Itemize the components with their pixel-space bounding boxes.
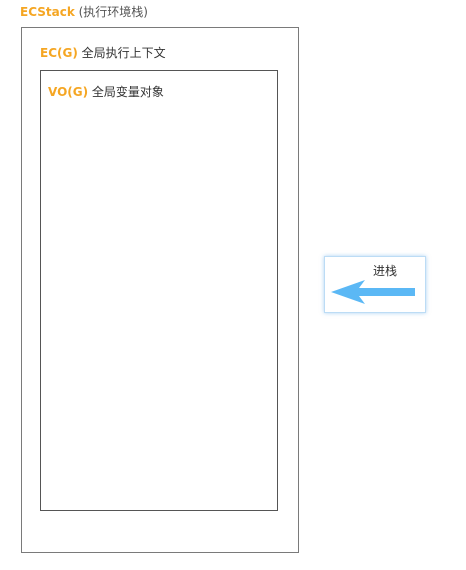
push-label: 进栈	[373, 264, 398, 278]
global-context-container	[40, 70, 278, 511]
global-context-description: 全局执行上下文	[77, 46, 166, 60]
ecstack-name: ECStack	[20, 5, 75, 19]
left-arrow-shape	[331, 280, 415, 304]
variable-object-name: VO(G)	[48, 85, 89, 99]
ecstack-title: ECStack (执行环境栈)	[20, 6, 148, 18]
push-action-card: 进栈	[324, 256, 426, 313]
variable-object-description: 全局变量对象	[88, 85, 164, 99]
global-context-title: EC(G) 全局执行上下文	[40, 47, 166, 59]
global-context-name: EC(G)	[40, 46, 78, 60]
ecstack-description: (执行环境栈)	[74, 5, 148, 19]
left-arrow-icon	[331, 280, 415, 304]
variable-object-title: VO(G) 全局变量对象	[48, 86, 164, 98]
